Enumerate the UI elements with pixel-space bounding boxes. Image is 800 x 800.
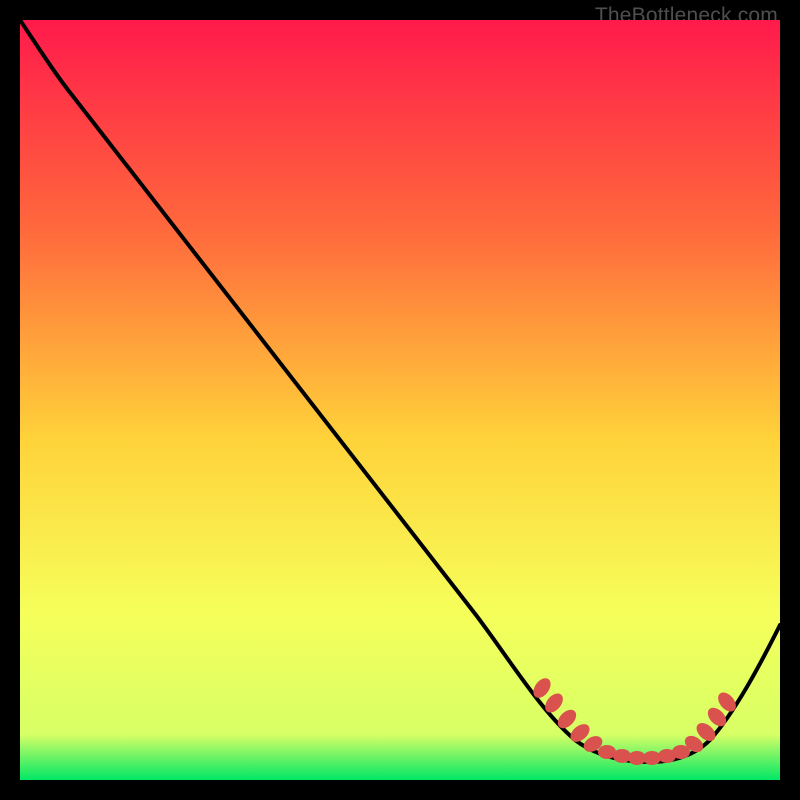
chart-svg — [20, 20, 780, 780]
gradient-background — [20, 20, 780, 780]
chart-container: { "watermark": "TheBottleneck.com", "cha… — [0, 0, 800, 800]
plot-area — [20, 20, 780, 780]
